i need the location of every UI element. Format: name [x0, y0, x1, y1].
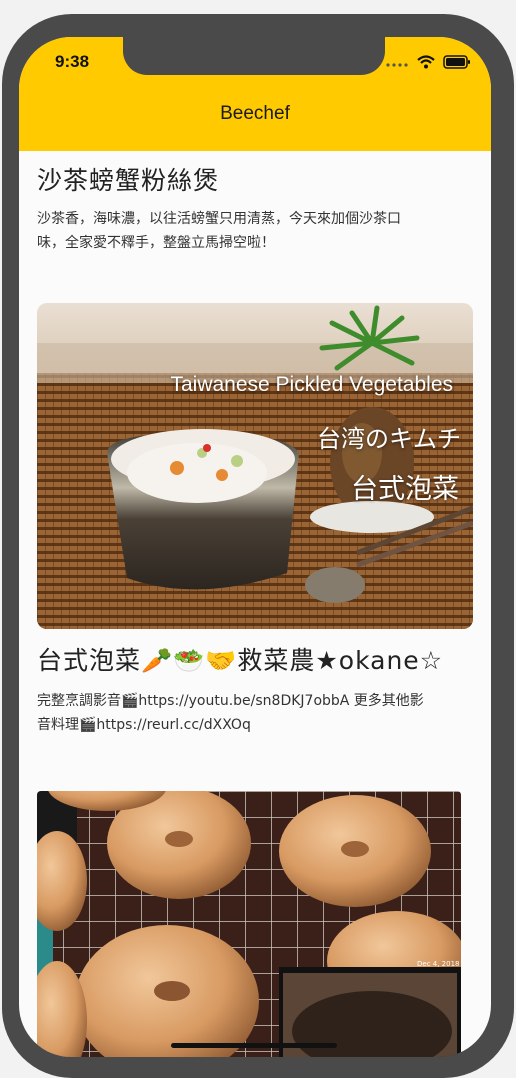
recipe-image-bagels[interactable]: Dec 4, 2018 — [37, 791, 461, 1057]
recipe-description-line: 完整烹調影音🎬https://youtu.be/sn8DKJ7obbA 更多其他… — [37, 693, 424, 709]
recipe-description-line: 音料理🎬https://reurl.cc/dXXOq — [37, 717, 251, 733]
image-caption-english: Taiwanese Pickled Vegetables — [170, 373, 453, 396]
status-bar: 9:38 Beechef — [19, 37, 491, 151]
recipe-description: 完整烹調影音🎬https://youtu.be/sn8DKJ7obbA 更多其他… — [37, 689, 469, 737]
bowl-decoration — [107, 429, 299, 590]
recipe-title[interactable]: 沙茶螃蟹粉絲煲 — [37, 161, 219, 197]
app-title: Beechef — [220, 103, 290, 124]
image-caption-chinese: 台式泡菜 — [351, 474, 459, 505]
recipe-title[interactable]: 台式泡菜🥕🥗🤝救菜農★okane☆ — [37, 641, 443, 677]
image-caption-japanese: 台湾のキムチ — [317, 425, 461, 453]
recipe-description: 沙茶香，海味濃，以往活螃蟹只用清蒸，今天來加個沙茶口 味，全家愛不釋手，整盤立馬… — [37, 207, 469, 255]
recipe-feed[interactable]: 沙茶螃蟹粉絲煲 沙茶香，海味濃，以往活螃蟹只用清蒸，今天來加個沙茶口 味，全家愛… — [19, 151, 491, 1057]
status-icons — [385, 55, 471, 69]
wifi-icon — [417, 55, 435, 69]
recipe-description-line: 沙茶香，海味濃，以往活螃蟹只用清蒸，今天來加個沙茶口 — [37, 211, 401, 227]
notch — [123, 37, 385, 75]
battery-icon — [443, 55, 470, 69]
phone-screen: 9:38 Beechef 沙茶螃蟹粉絲煲 沙茶香，海味濃，以往活螃蟹只用清蒸，今… — [19, 37, 491, 1057]
signal-icon — [386, 63, 408, 67]
bagels-photo: Dec 4, 2018 — [37, 791, 461, 1057]
recipe-description-line: 味，全家愛不釋手，整盤立馬掃空啦！ — [37, 235, 275, 251]
recipe-image-pickled-vegetables[interactable]: Taiwanese Pickled Vegetables 台湾のキムチ 台式泡菜 — [37, 303, 473, 629]
home-indicator[interactable] — [171, 1043, 337, 1048]
pickled-vegetables-photo — [37, 303, 473, 629]
image-date-stamp: Dec 4, 2018 — [417, 960, 460, 968]
status-time: 9:38 — [55, 52, 90, 71]
